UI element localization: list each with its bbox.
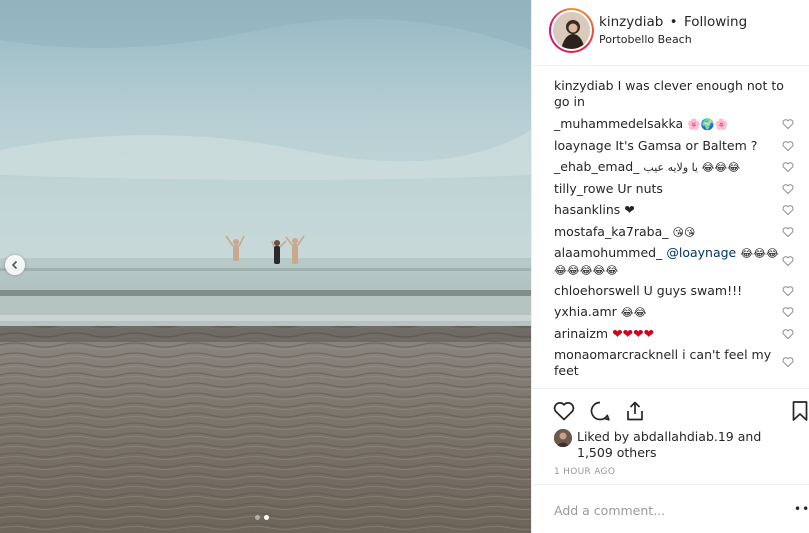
post-caption: kinzydiab I was clever enough not to go …	[554, 78, 794, 110]
comment-text: ❤❤❤❤	[612, 326, 654, 341]
post-location[interactable]: Portobello Beach	[599, 33, 692, 46]
author-username[interactable]: kinzydiab	[599, 14, 663, 30]
previous-image-button[interactable]	[5, 255, 25, 275]
comment-like-heart-icon[interactable]	[782, 118, 794, 130]
comment-item: yxhia.amr 😂😂	[554, 304, 782, 321]
carousel-dot	[255, 515, 260, 520]
comment-text: 🌸🌍🌸	[687, 118, 729, 131]
comment-mention[interactable]: @loaynage	[666, 245, 736, 260]
liked-by-user[interactable]: abdallahdiab.19	[633, 429, 734, 444]
comment-like-heart-icon[interactable]	[782, 285, 794, 297]
following-button[interactable]: Following	[684, 14, 747, 30]
comment-item: loaynage It's Gamsa or Baltem ?	[554, 138, 782, 154]
comment-username[interactable]: monaomarcracknell	[554, 347, 678, 362]
post-header: kinzydiab • Following Portobello Beach	[532, 0, 809, 66]
comment-text: It's Gamsa or Baltem ?	[615, 138, 758, 153]
beach-photo-image	[0, 0, 531, 533]
comment-username[interactable]: hasanklins	[554, 202, 620, 217]
comment-like-heart-icon[interactable]	[782, 328, 794, 340]
comment-like-heart-icon[interactable]	[782, 204, 794, 216]
comment-item: arinaizm ❤❤❤❤	[554, 326, 782, 342]
comment-item: hasanklins ❤	[554, 202, 782, 218]
bookmark-icon[interactable]	[788, 399, 809, 423]
liker-avatar[interactable]	[554, 429, 572, 447]
add-comment-bar: •••	[532, 484, 809, 533]
comment-text: 😘😘	[672, 226, 696, 239]
add-comment-input[interactable]	[554, 499, 774, 521]
comments-list[interactable]: kinzydiab I was clever enough not to go …	[532, 66, 809, 388]
comment-username[interactable]: alaamohummed_	[554, 245, 662, 260]
post-actions: Liked by abdallahdiab.19 and 1,509 other…	[532, 388, 809, 484]
post-photo[interactable]	[0, 0, 531, 533]
comment-text: U guys swam!!!	[643, 283, 743, 298]
comment-bubble-icon[interactable]	[588, 399, 612, 423]
comment-item: mostafa_ka7raba_ 😘😘	[554, 224, 782, 241]
carousel-indicator	[255, 515, 269, 520]
comment-like-heart-icon[interactable]	[782, 306, 794, 318]
comment-item: _muhammedelsakka 🌸🌍🌸	[554, 116, 782, 133]
avatar-photo	[553, 12, 590, 49]
liker-avatar-photo	[554, 429, 572, 447]
comment-item: tilly_rowe Ur nuts	[554, 181, 782, 197]
carousel-dot-active	[264, 515, 269, 520]
comment-username[interactable]: _muhammedelsakka	[554, 116, 683, 131]
author-avatar[interactable]	[549, 8, 594, 53]
comment-username[interactable]: tilly_rowe	[554, 181, 613, 196]
liked-and: and	[737, 429, 762, 444]
comment-username[interactable]: yxhia.amr	[554, 304, 617, 319]
comment-text: 😂😂	[620, 306, 647, 319]
comment-item: alaamohummed_ @loaynage 😂😂😂😂😂😂😂😂	[554, 245, 782, 279]
comment-text: Ur nuts	[617, 181, 663, 196]
post-timestamp[interactable]: 1 HOUR AGO	[554, 467, 615, 477]
caption-username[interactable]: kinzydiab	[554, 78, 614, 93]
header-separator: •	[669, 14, 678, 30]
chevron-left-icon	[11, 260, 18, 270]
post-side-panel: kinzydiab • Following Portobello Beach k…	[531, 0, 809, 533]
comment-like-heart-icon[interactable]	[782, 255, 794, 267]
comment-item: chloehorswell U guys swam!!!	[554, 283, 782, 299]
comment-item: monaomarcracknell i can't feel my feet	[554, 347, 782, 379]
comment-username[interactable]: chloehorswell	[554, 283, 640, 298]
comment-text: يا ولايه عيب 😂😂😂	[643, 161, 741, 174]
comment-like-heart-icon[interactable]	[782, 140, 794, 152]
comment-item: _ehab_emad_ يا ولايه عيب 😂😂😂	[554, 159, 782, 176]
comment-like-heart-icon[interactable]	[782, 356, 794, 368]
liked-others-link[interactable]: 1,509 others	[577, 445, 657, 460]
like-heart-icon[interactable]	[552, 399, 576, 423]
instagram-post: kinzydiab • Following Portobello Beach k…	[0, 0, 809, 533]
comment-text: ❤	[624, 202, 635, 217]
share-icon[interactable]	[623, 399, 647, 423]
comment-username[interactable]: arinaizm	[554, 326, 608, 341]
comment-username[interactable]: loaynage	[554, 138, 611, 153]
comment-like-heart-icon[interactable]	[782, 226, 794, 238]
liked-by-prefix: Liked by	[577, 429, 630, 444]
more-options-button[interactable]: •••	[794, 502, 809, 516]
comment-like-heart-icon[interactable]	[782, 161, 794, 173]
comment-like-heart-icon[interactable]	[782, 183, 794, 195]
comment-username[interactable]: mostafa_ka7raba_	[554, 224, 668, 239]
comment-username[interactable]: _ehab_emad_	[554, 159, 639, 174]
